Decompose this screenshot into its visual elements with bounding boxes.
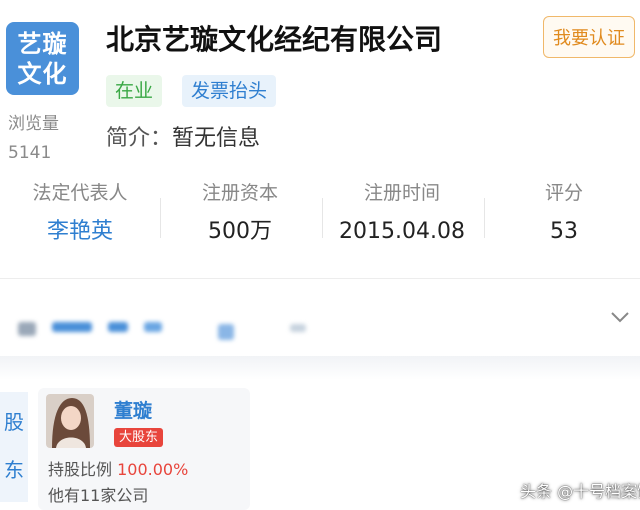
blurred-block [218, 324, 234, 340]
blurred-block [144, 322, 162, 332]
company-stats: 法定代表人 李艳英 注册资本 500万 注册时间 2015.04.08 评分 5… [0, 178, 640, 248]
blurred-block [290, 324, 306, 332]
logo-text-line2: 文化 [17, 59, 68, 88]
blurred-block [18, 322, 36, 336]
company-logo: 艺璇 文化 [6, 22, 79, 95]
major-shareholder-badge: 大股东 [114, 428, 164, 447]
side-label-1: 股 [4, 410, 24, 434]
blurred-content-row [0, 300, 640, 350]
avatar [46, 394, 94, 448]
stat-score: 评分 53 [484, 178, 640, 252]
stat-value[interactable]: 李艳英 [0, 212, 160, 252]
stat-registered-capital: 注册资本 500万 [160, 178, 320, 252]
watermark: 头条 @十号档案馆 [520, 482, 640, 501]
views-number: 5141 [8, 143, 52, 163]
side-label-2: 东 [4, 458, 24, 482]
company-name: 北京艺璇文化经纪有限公司 [106, 23, 443, 56]
shareholder-side-tab[interactable]: 股 东 [0, 392, 28, 502]
verify-button[interactable]: 我要认证 [543, 16, 635, 58]
company-intro: 简介：暂无信息 [106, 120, 260, 152]
section-divider [0, 278, 640, 279]
blurred-block [52, 322, 92, 332]
stat-value: 500万 [208, 219, 272, 244]
ratio-label: 持股比例 [48, 460, 113, 479]
shareholder-card[interactable]: 董璇 大股东 持股比例 100.00% 他有11家公司 [38, 388, 250, 510]
ratio-value: 100.00% [117, 460, 189, 479]
intro-label: 简介： [106, 126, 173, 151]
section-gap [0, 356, 640, 380]
stat-value: 2015.04.08 [339, 219, 465, 244]
shareholding-ratio: 持股比例 100.00% [48, 456, 188, 480]
stat-label: 注册资本 [201, 182, 278, 204]
stat-label: 注册时间 [363, 182, 440, 204]
status-badge: 在业 [106, 75, 163, 107]
shareholder-name[interactable]: 董璇 [114, 396, 152, 423]
view-count: 浏览量 5141 [8, 110, 59, 168]
stat-label: 法定代表人 [32, 182, 128, 204]
chevron-down-icon[interactable] [610, 304, 630, 329]
other-companies[interactable]: 他有11家公司 [48, 482, 148, 506]
views-label: 浏览量 [8, 114, 59, 134]
stat-value: 53 [550, 219, 578, 244]
intro-value: 暂无信息 [172, 126, 261, 151]
invoice-title-tag[interactable]: 发票抬头 [182, 75, 277, 107]
stat-registered-date: 注册时间 2015.04.08 [322, 178, 482, 252]
blurred-block [108, 322, 128, 332]
logo-text-line1: 艺璇 [17, 29, 68, 58]
stat-label: 评分 [544, 182, 583, 204]
stat-legal-rep[interactable]: 法定代表人 李艳英 [0, 178, 160, 252]
